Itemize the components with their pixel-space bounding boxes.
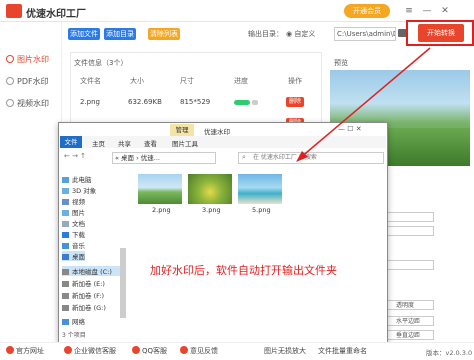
home-icon (6, 346, 14, 354)
link-label: 意见反馈 (190, 347, 218, 355)
annotation-arrow (296, 47, 431, 162)
link-label: 企业微信客服 (74, 347, 116, 355)
link-label: 图片无损放大 (264, 347, 306, 355)
version-label: 版本：v2.0.3.0 (426, 349, 473, 357)
batch-rename-link[interactable]: 文件批量重命名 (318, 346, 367, 356)
feedback-icon (180, 346, 188, 354)
image-enlarge-link[interactable]: 图片无损放大 (264, 346, 306, 356)
link-label: 文件批量重命名 (318, 347, 367, 355)
link-label: 官方网址 (16, 347, 44, 355)
wechat-icon (64, 346, 72, 354)
feedback-link[interactable]: 意见反馈 (180, 346, 218, 356)
qq-icon (132, 346, 140, 354)
qq-service-link[interactable]: QQ客服 (132, 346, 167, 356)
wechat-service-link[interactable]: 企业微信客服 (64, 346, 116, 356)
link-label: QQ客服 (142, 347, 168, 355)
official-site-link[interactable]: 官方网址 (6, 346, 44, 356)
